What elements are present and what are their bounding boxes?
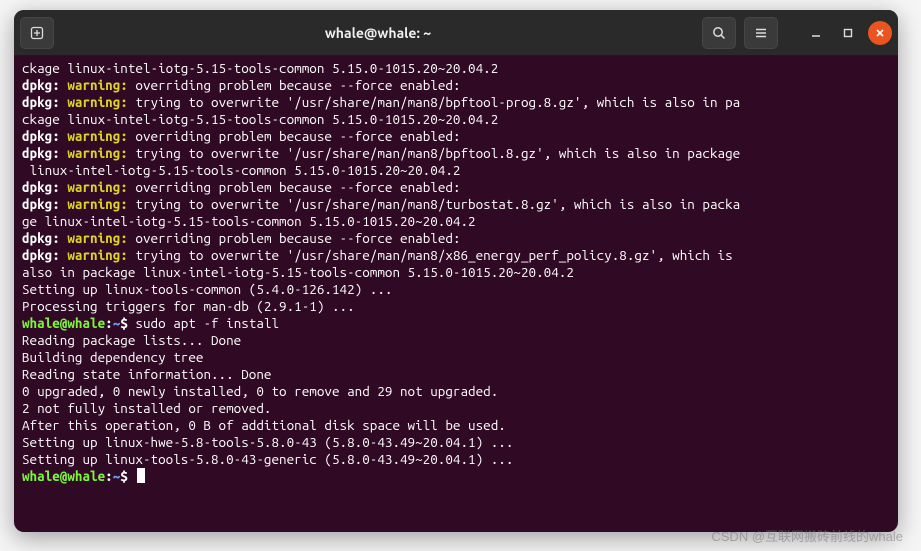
terminal-line: dpkg: warning: trying to overwrite '/usr… <box>22 247 890 264</box>
terminal-line: dpkg: warning: overriding problem becaus… <box>22 230 890 247</box>
prompt-user-host: whale@whale <box>22 468 105 484</box>
prompt-user-host: whale@whale <box>22 315 105 331</box>
prompt-colon: : <box>105 315 113 331</box>
terminal-line: Building dependency tree <box>22 349 890 366</box>
terminal-line: dpkg: warning: trying to overwrite '/usr… <box>22 94 890 111</box>
terminal-line: ge linux-intel-iotg-5.15-tools-common 5.… <box>22 213 890 230</box>
terminal-line: 2 not fully installed or removed. <box>22 400 890 417</box>
terminal-window: whale@whale: ~ <box>14 10 898 532</box>
terminal-line: dpkg: warning: trying to overwrite '/usr… <box>22 145 890 162</box>
terminal-line: Reading package lists... Done <box>22 332 890 349</box>
terminal-output[interactable]: ckage linux-intel-iotg-5.15-tools-common… <box>14 56 898 532</box>
search-icon <box>711 25 727 41</box>
new-tab-icon <box>29 25 45 41</box>
terminal-line: Setting up linux-tools-common (5.4.0-126… <box>22 281 890 298</box>
terminal-line: After this operation, 0 B of additional … <box>22 417 890 434</box>
minimize-button[interactable] <box>804 21 828 45</box>
terminal-line: dpkg: warning: overriding problem becaus… <box>22 77 890 94</box>
minimize-icon <box>810 27 822 39</box>
maximize-icon <box>842 27 854 39</box>
titlebar: whale@whale: ~ <box>14 10 898 56</box>
terminal-line: Processing triggers for man-db (2.9.1-1)… <box>22 298 890 315</box>
terminal-line: 0 upgraded, 0 newly installed, 0 to remo… <box>22 383 890 400</box>
prompt-dollar: $ <box>120 315 128 331</box>
menu-button[interactable] <box>744 17 778 49</box>
window-title: whale@whale: ~ <box>54 25 702 41</box>
command-text: sudo apt -f install <box>128 315 279 331</box>
terminal-line: ckage linux-intel-iotg-5.15-tools-common… <box>22 60 890 77</box>
prompt-colon: : <box>105 468 113 484</box>
new-tab-button[interactable] <box>20 17 54 49</box>
close-button[interactable] <box>868 21 892 45</box>
prompt-dollar: $ <box>120 468 128 484</box>
terminal-line: Setting up linux-hwe-5.8-tools-5.8.0-43 … <box>22 434 890 451</box>
terminal-line: dpkg: warning: trying to overwrite '/usr… <box>22 196 890 213</box>
close-icon <box>874 27 886 39</box>
search-button[interactable] <box>702 17 736 49</box>
maximize-button[interactable] <box>836 21 860 45</box>
cursor <box>137 468 145 483</box>
terminal-line: whale@whale:~$ <box>22 468 890 485</box>
terminal-line: linux-intel-iotg-5.15-tools-common 5.15.… <box>22 162 890 179</box>
terminal-line: Reading state information... Done <box>22 366 890 383</box>
hamburger-icon <box>753 25 769 41</box>
terminal-line: also in package linux-intel-iotg-5.15-to… <box>22 264 890 281</box>
terminal-line: dpkg: warning: overriding problem becaus… <box>22 179 890 196</box>
terminal-line: dpkg: warning: overriding problem becaus… <box>22 128 890 145</box>
terminal-line: ckage linux-intel-iotg-5.15-tools-common… <box>22 111 890 128</box>
terminal-line: Setting up linux-tools-5.8.0-43-generic … <box>22 451 890 468</box>
terminal-line: whale@whale:~$ sudo apt -f install <box>22 315 890 332</box>
